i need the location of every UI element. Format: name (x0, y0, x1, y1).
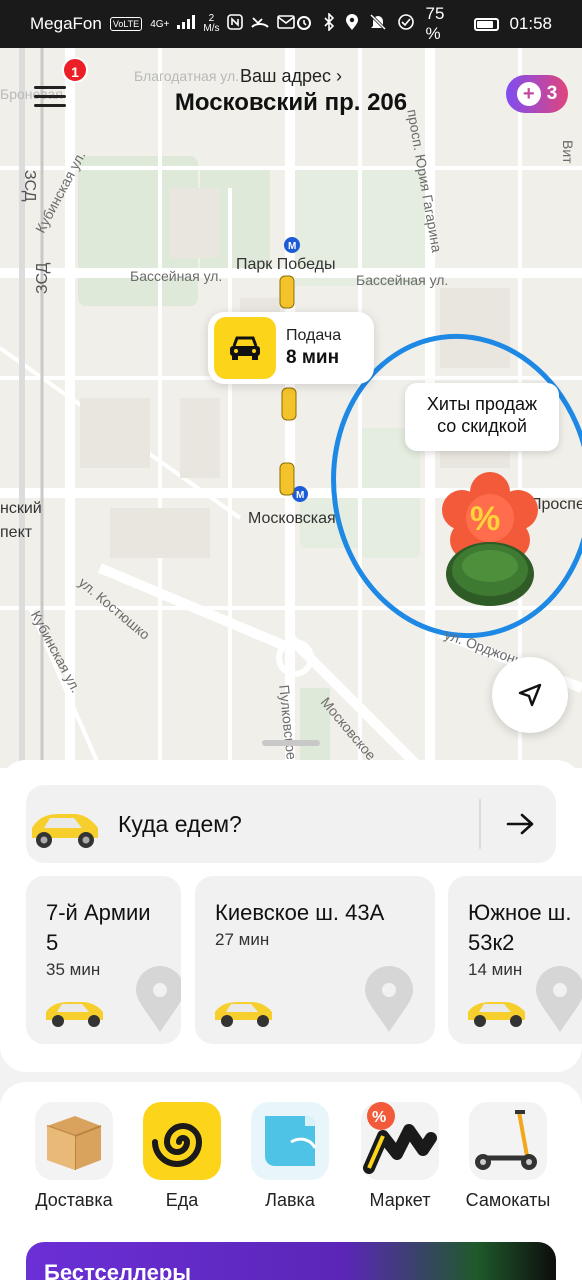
where-to-label: Куда едем? (118, 810, 242, 837)
menu-icon-bar (34, 95, 66, 98)
bestseller-label: Бестселлеры (44, 1260, 192, 1280)
where-divider (479, 799, 481, 849)
car-icon (464, 990, 534, 1030)
svg-text:M: M (296, 490, 304, 501)
pickup-eta-card[interactable]: Подача 8 мин (208, 312, 374, 384)
service-scooters[interactable]: Самокаты (458, 1102, 558, 1211)
link-icon (397, 13, 415, 36)
service-food[interactable]: Еда (132, 1102, 232, 1211)
location-icon (345, 13, 359, 36)
map-label-left-cut-1: нский (0, 500, 42, 517)
discount-flower-icon[interactable]: % (440, 470, 540, 610)
navigation-arrow-icon (518, 683, 542, 707)
car-icon (42, 990, 112, 1030)
map-pin-icon (132, 964, 181, 1034)
map-label-zsd-top: ЗСД (21, 170, 38, 202)
service-label: Лавка (265, 1190, 315, 1210)
ride-panel: Куда едем? 7-й Армии 5 35 мин Киевское ш… (0, 760, 582, 1072)
sheet-drag-handle[interactable] (262, 740, 320, 746)
menu-icon (34, 86, 66, 89)
spiral-icon (143, 1102, 221, 1180)
map-label-park-pobedy: Парк Победы (236, 256, 336, 273)
nfc-icon (227, 13, 244, 35)
destination-card[interactable]: 7-й Армии 5 35 мин (26, 876, 181, 1044)
service-label: Доставка (35, 1190, 113, 1210)
service-market[interactable]: % Маркет (350, 1102, 450, 1211)
svg-text:%: % (372, 1109, 386, 1126)
menu-notification-badge: 1 (62, 57, 88, 83)
plus-count: 3 (546, 83, 558, 104)
promo-line-2: со скидкой (437, 416, 527, 436)
plus-points-badge[interactable]: + 3 (506, 75, 568, 113)
lavka-icon (251, 1102, 329, 1180)
menu-icon-bar (34, 104, 66, 107)
battery-icon (473, 17, 500, 31)
promo-line-1: Хиты продаж (426, 394, 538, 414)
map-label-zsd-bottom: ЗСД (34, 262, 51, 294)
service-delivery[interactable]: Доставка (24, 1102, 124, 1211)
bottom-sheet: Куда едем? 7-й Армии 5 35 мин Киевское ш… (0, 760, 582, 1280)
car-icon (26, 794, 106, 854)
bestseller-banner[interactable]: Бестселлеры (26, 1242, 556, 1280)
map-label-basseinaya-right: Бассейная ул. (356, 272, 449, 288)
signal-icon (177, 14, 196, 34)
service-lavka[interactable]: Лавка (240, 1102, 340, 1211)
pickup-time: 8 мин (286, 347, 340, 368)
destination-card[interactable]: Киевское ш. 43А 27 мин (195, 876, 435, 1044)
destination-title: 7-й Армии 5 (46, 900, 151, 955)
service-label: Маркет (369, 1190, 431, 1210)
alarm-icon (295, 13, 313, 36)
map-label-left-cut-2: пект (0, 524, 33, 541)
carrier-name: MegaFon (30, 14, 102, 33)
service-label: Еда (165, 1190, 199, 1210)
mail-icon (277, 14, 296, 34)
destination-time: 14 мин (468, 960, 523, 979)
missed-call-icon (251, 14, 270, 35)
map-label-moskovskaya: Московская (248, 510, 336, 527)
promo-bubble[interactable]: Хиты продаж со скидкой (405, 383, 559, 451)
svg-text:M: M (288, 241, 296, 252)
taxi-icon (214, 317, 276, 379)
volte-badge: VoLTE (109, 17, 143, 31)
mute-icon (369, 13, 387, 36)
address-selector[interactable]: Ваш адрес › Московский пр. 206 (150, 66, 432, 117)
map-label-vit-cut: Вит (560, 140, 576, 164)
network-type: 4G+ (150, 18, 170, 30)
service-label: Самокаты (465, 1190, 551, 1210)
address-caption: Ваш адрес › (240, 66, 342, 86)
bluetooth-icon (323, 11, 335, 36)
map-pin-icon (532, 964, 582, 1034)
plus-icon: + (516, 82, 541, 106)
address-value: Московский пр. 206 (174, 89, 408, 116)
where-to-field[interactable]: Куда едем? (26, 785, 556, 863)
clock: 01:58 (509, 14, 552, 33)
destination-title: Южное ш. 53к2 (468, 900, 572, 955)
svg-text:%: % (470, 500, 500, 538)
destination-title: Киевское ш. 43А (215, 900, 385, 925)
box-icon (35, 1102, 113, 1180)
car-icon (211, 990, 281, 1030)
arrow-right-icon[interactable] (496, 799, 546, 849)
battery-percent: 75 % (425, 4, 445, 43)
destination-time: 27 мин (215, 930, 270, 949)
map-label-basseinaya-left: Бассейная ул. (130, 268, 223, 284)
destination-time: 35 мин (46, 960, 101, 979)
status-bar: MegaFon VoLTE 4G+ 2 M/s 75 % 01:58 (0, 0, 582, 48)
destination-card[interactable]: Южное ш. 53к2 14 мин (448, 876, 582, 1044)
data-speed: 2 M/s (203, 13, 220, 34)
menu-button[interactable] (26, 78, 74, 118)
market-icon: % (361, 1102, 439, 1180)
map-pin-icon (361, 964, 417, 1034)
pickup-label: Подача (286, 327, 342, 344)
locate-me-button[interactable] (492, 657, 568, 733)
scooter-icon (469, 1102, 547, 1180)
battery-fill (476, 20, 494, 28)
